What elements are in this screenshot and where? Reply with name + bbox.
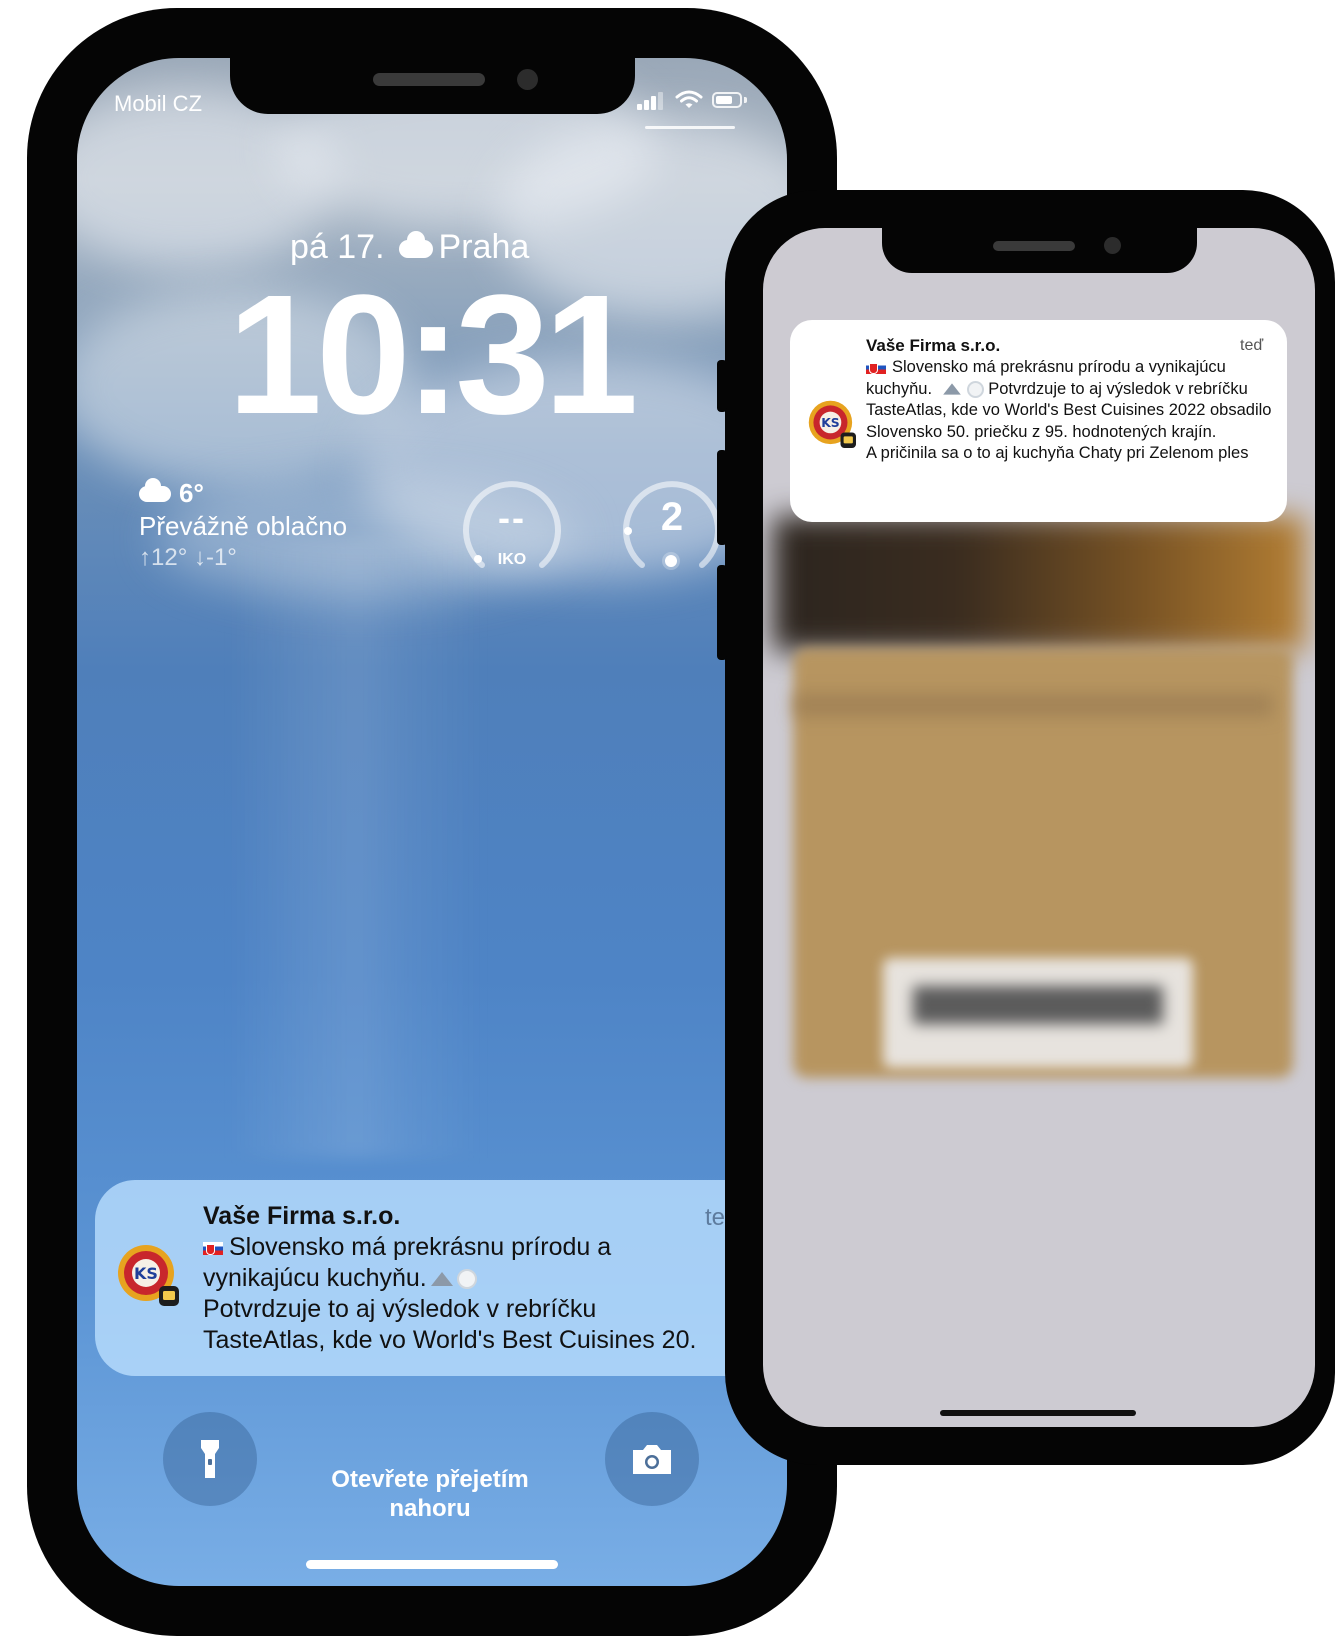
volume-up-button — [717, 450, 727, 545]
home-indicator[interactable] — [940, 1410, 1136, 1416]
svg-text:KS: KS — [134, 1264, 158, 1283]
uv-index-value: 2 — [660, 495, 684, 539]
app-icon: KS — [808, 400, 856, 448]
blurred-image-strip — [773, 516, 1305, 651]
control-center-indicator[interactable] — [645, 126, 735, 129]
cloud-icon — [398, 231, 433, 259]
notification-banner[interactable]: KS Vaše Firma s.r.o. teď Slovensko má pr… — [790, 320, 1287, 522]
wifi-icon — [675, 90, 703, 110]
volume-down-button — [717, 565, 727, 660]
temperature-range: ↑12° ↓-1° — [139, 544, 237, 571]
cloud-icon — [139, 477, 171, 502]
swipe-up-hint: Otevřete přejetím nahoru — [331, 1466, 529, 1522]
blurred-text-strip — [793, 693, 1273, 717]
mountain-icon — [942, 383, 961, 395]
svg-text:KS: KS — [821, 416, 840, 430]
notification-line: Slovensko má prekrásnu prírodu a — [229, 1233, 612, 1261]
slovakia-flag-icon — [866, 361, 886, 375]
signal-icon — [637, 92, 663, 110]
notification-time: teď — [1240, 337, 1264, 354]
sun-icon — [665, 555, 677, 567]
notification-app-name: Vaše Firma s.r.o. — [866, 336, 1001, 355]
flashlight-button[interactable] — [163, 1412, 257, 1506]
notification-body: Slovensko má prekrásnu prírodu a vynikaj… — [866, 357, 1276, 465]
notification-line: vynikajúcu kuchyňu. — [203, 1264, 427, 1292]
uv-index-widget[interactable]: 2 — [620, 475, 724, 579]
weather-condition: Převážně oblačno — [139, 511, 348, 541]
air-quality-widget[interactable]: -- IKO — [460, 475, 564, 579]
air-quality-value: -- — [498, 497, 526, 538]
weather-widget[interactable]: 6° Převážně oblačno ↑12° ↓-1° — [139, 477, 419, 572]
plate-icon — [966, 380, 984, 398]
battery-icon — [712, 92, 742, 108]
camera-icon — [633, 1445, 671, 1474]
silent-switch — [717, 360, 727, 412]
notification-app-name: Vaše Firma s.r.o. — [203, 1202, 401, 1230]
notification-banner[interactable]: KS Vaše Firma s.r.o. te Slovensko má pre… — [95, 1180, 835, 1376]
home-indicator[interactable] — [306, 1560, 558, 1569]
camera-button[interactable] — [605, 1412, 699, 1506]
carrier-name: Mobil CZ — [114, 91, 203, 116]
battery-cap — [744, 97, 747, 103]
speaker — [993, 241, 1075, 251]
blurred-barcode — [883, 958, 1193, 1068]
slovakia-flag-icon — [203, 1241, 223, 1255]
front-camera — [1104, 237, 1121, 254]
air-quality-label: IKO — [497, 551, 527, 568]
notification-line: A pričinila sa o to aj kuchyňa Chaty pri… — [866, 444, 1249, 462]
flashlight-icon — [201, 1440, 219, 1478]
front-camera — [517, 69, 538, 90]
app-icon: KS — [118, 1245, 179, 1306]
mountain-icon — [430, 1272, 453, 1287]
speaker — [373, 73, 485, 86]
plate-icon — [456, 1269, 477, 1290]
temperature: 6° — [179, 478, 204, 508]
notification-time: te — [705, 1204, 726, 1231]
lock-clock: 10:31 — [227, 260, 639, 450]
